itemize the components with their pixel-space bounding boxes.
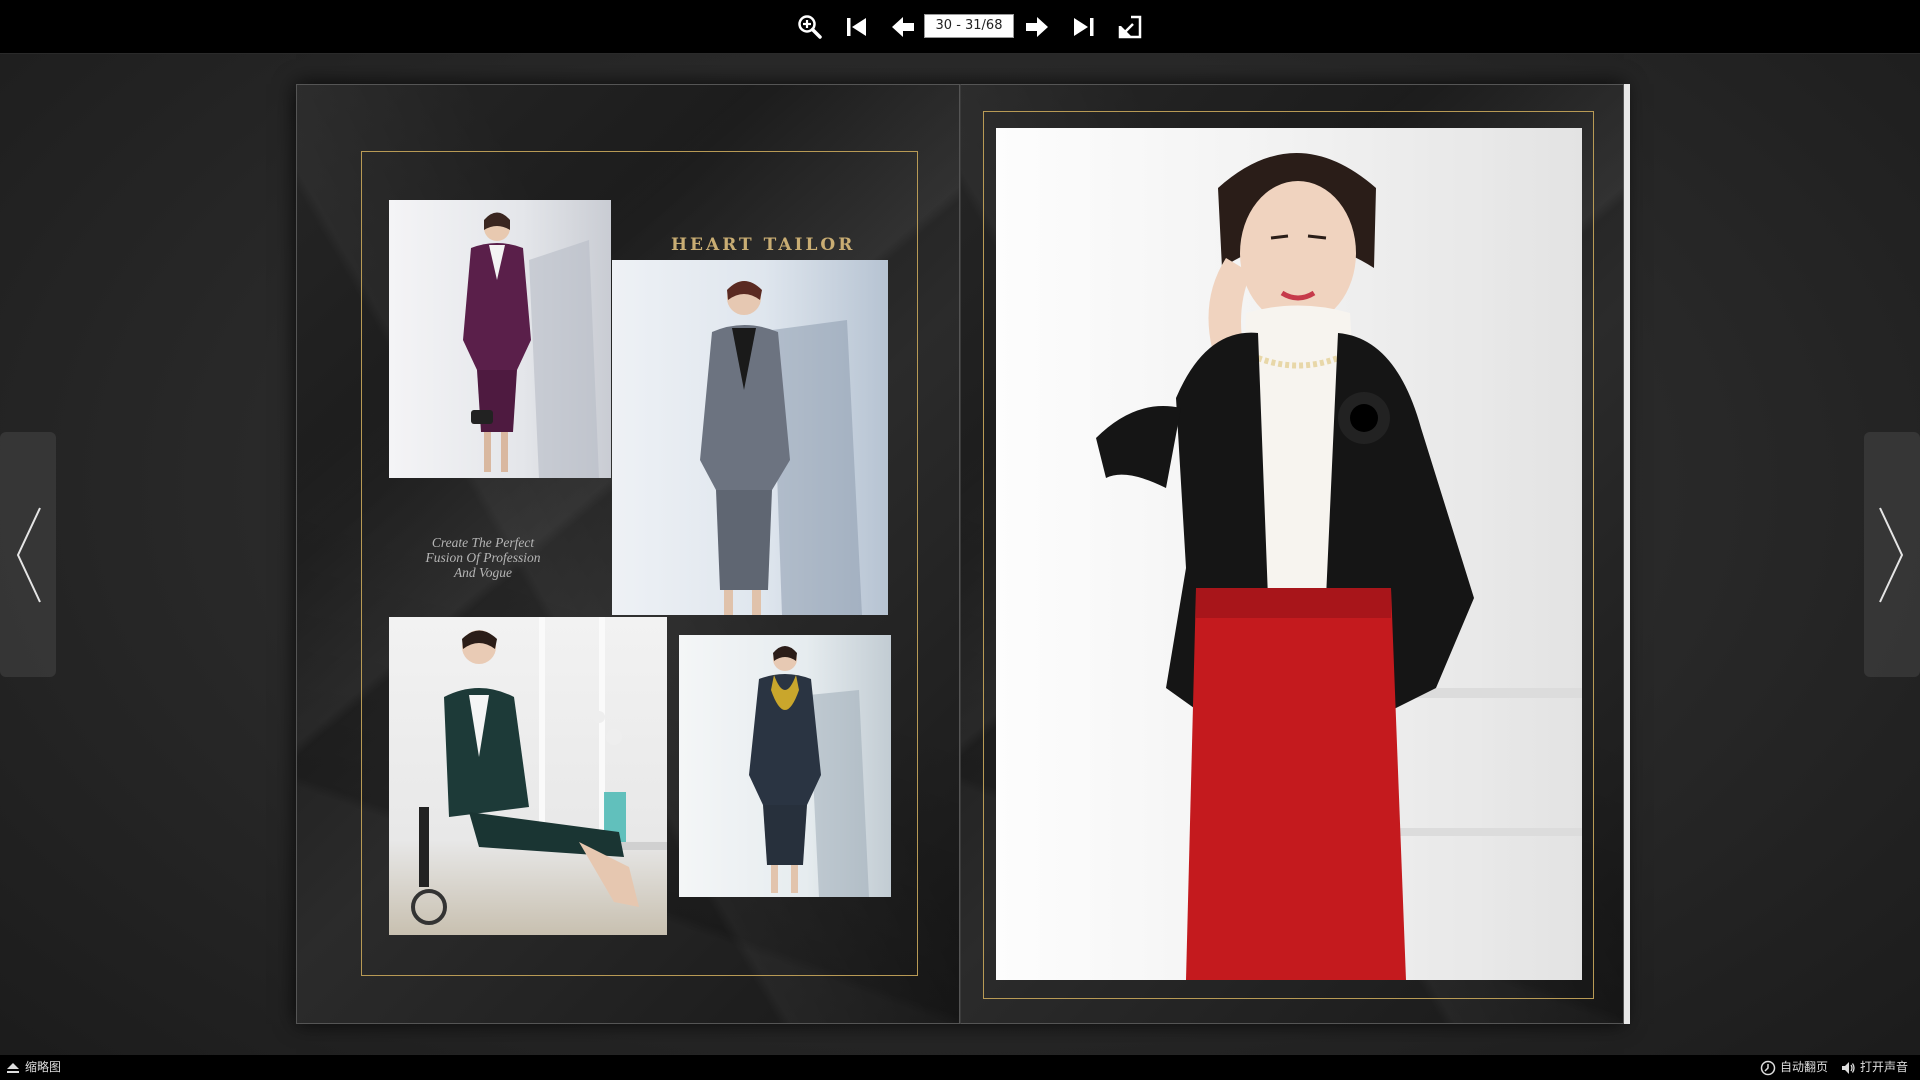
zoom-in-icon	[798, 15, 822, 39]
prev-page-icon	[892, 17, 914, 37]
first-page-button[interactable]	[840, 10, 874, 44]
thumbnails-button[interactable]: 缩略图	[6, 1055, 61, 1080]
left-page[interactable]: HEART TAILOR Create The Perfect Fusion O…	[296, 84, 960, 1024]
tagline-line-3: And Vogue	[453, 565, 513, 580]
first-page-icon	[847, 18, 866, 36]
tagline-line-1: Create The Perfect	[431, 535, 535, 550]
clock-icon	[1760, 1060, 1776, 1075]
photo-purple-suit	[389, 200, 611, 478]
page-number-field[interactable]: 30 - 31/68	[924, 14, 1014, 38]
chevron-right-icon	[1879, 507, 1904, 602]
prev-page-side-button[interactable]	[0, 432, 56, 677]
share-button[interactable]	[1113, 10, 1147, 44]
top-toolbar: 30 - 31/68	[0, 0, 1920, 54]
zoom-in-button[interactable]	[793, 10, 827, 44]
share-icon	[1118, 15, 1142, 39]
right-page[interactable]	[960, 84, 1624, 1024]
next-page-button[interactable]	[1020, 10, 1054, 44]
next-page-icon	[1026, 17, 1048, 37]
eject-icon	[7, 1062, 19, 1073]
sound-label: 打开声音	[1860, 1060, 1909, 1074]
last-page-button[interactable]	[1067, 10, 1101, 44]
tagline-line-2: Fusion Of Profession	[425, 550, 541, 565]
next-page-side-button[interactable]	[1864, 432, 1920, 677]
photo-scarf-suit	[679, 635, 891, 897]
prev-page-button[interactable]	[886, 10, 920, 44]
bottom-bar: 缩略图 自动翻页 打开声音	[0, 1055, 1920, 1080]
photo-seated-suit	[389, 617, 667, 935]
flipbook[interactable]: HEART TAILOR Create The Perfect Fusion O…	[296, 84, 1630, 1024]
brand-title: HEART TAILOR	[671, 235, 856, 255]
thumbnails-label: 缩略图	[25, 1060, 62, 1074]
photo-grey-suit	[612, 260, 888, 615]
speaker-icon	[1842, 1061, 1855, 1074]
photo-red-skirt-model	[996, 128, 1582, 980]
auto-flip-label: 自动翻页	[1780, 1060, 1829, 1074]
last-page-icon	[1074, 18, 1094, 36]
tagline: Create The Perfect Fusion Of Profession …	[383, 535, 583, 580]
auto-flip-button[interactable]: 自动翻页	[1760, 1055, 1828, 1080]
chevron-left-icon	[16, 507, 41, 602]
sound-button[interactable]: 打开声音	[1840, 1055, 1908, 1080]
page-edge	[1624, 84, 1630, 1024]
